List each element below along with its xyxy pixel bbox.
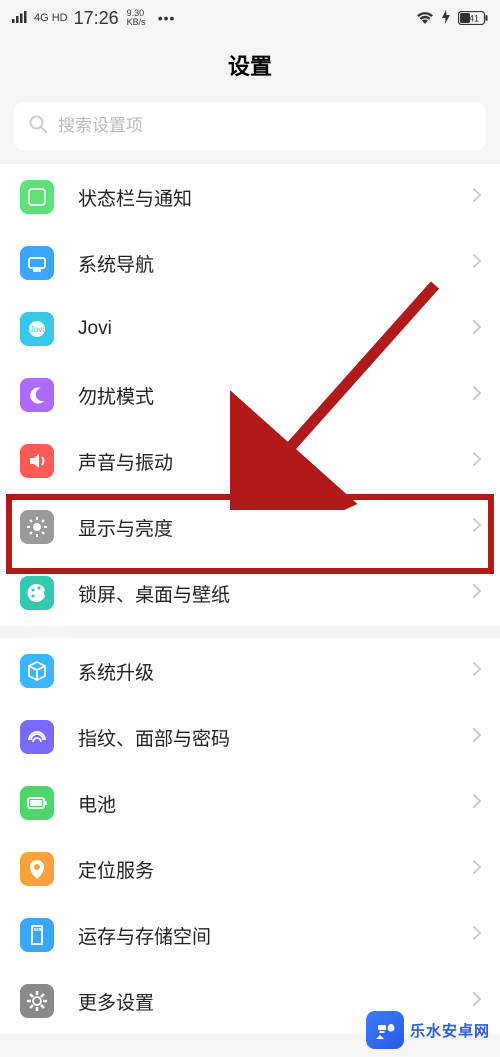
chevron-right-icon: [472, 925, 482, 946]
settings-row-label: 勿扰模式: [78, 382, 472, 409]
settings-row-label: 系统导航: [78, 250, 472, 277]
settings-row-label: Jovi: [78, 318, 472, 340]
search-box[interactable]: [14, 102, 486, 150]
more-status-icon: •••: [158, 10, 176, 26]
settings-group: 状态栏与通知系统导航 Jovi Jovi 勿扰模式声音与振动显示与亮度锁屏、桌面与壁纸: [0, 164, 500, 626]
settings-row-label: 定位服务: [78, 856, 472, 883]
settings-row-label: 指纹、面部与密码: [78, 724, 472, 751]
settings-row-sound[interactable]: 声音与振动: [0, 428, 500, 494]
fingerprint-icon: [20, 720, 54, 754]
clock: 17:26: [74, 8, 119, 29]
search-section: [0, 94, 500, 164]
chevron-right-icon: [472, 859, 482, 880]
status-bar: 4G HD 17:26 9.30 KB/s ••• 41: [0, 0, 500, 36]
sdcard-icon: [20, 918, 54, 952]
chevron-right-icon: [472, 451, 482, 472]
watermark: 乐水安卓网: [366, 1011, 490, 1049]
net-speed: 9.30 KB/s: [127, 9, 146, 27]
page-header: 设置: [0, 36, 500, 94]
location-icon: [20, 852, 54, 886]
settings-row-battery[interactable]: 电池: [0, 770, 500, 836]
chevron-right-icon: [472, 253, 482, 274]
status-icon: [20, 180, 54, 214]
svg-text:41: 41: [469, 14, 479, 24]
chevron-right-icon: [472, 187, 482, 208]
settings-row-label: 状态栏与通知: [78, 184, 472, 211]
settings-row-wallpaper[interactable]: 锁屏、桌面与壁纸: [0, 560, 500, 626]
palette-icon: [20, 576, 54, 610]
settings-row-jovi[interactable]: Jovi Jovi: [0, 296, 500, 362]
settings-row-navigation[interactable]: 系统导航: [0, 230, 500, 296]
settings-group: 系统升级指纹、面部与密码电池定位服务运存与存储空间更多设置: [0, 638, 500, 1034]
settings-row-label: 显示与亮度: [78, 514, 472, 541]
status-right: 41: [416, 10, 488, 27]
settings-row-statusbar[interactable]: 状态栏与通知: [0, 164, 500, 230]
svg-text:Jovi: Jovi: [30, 325, 44, 334]
settings-row-label: 声音与振动: [78, 448, 472, 475]
chevron-right-icon: [472, 991, 482, 1012]
cube-icon: [20, 654, 54, 688]
battery-indicator: 41: [458, 11, 488, 25]
settings-row-display[interactable]: 显示与亮度: [0, 494, 500, 560]
jovi-icon: Jovi: [20, 312, 54, 346]
settings-row-label: 锁屏、桌面与壁纸: [78, 580, 472, 607]
settings-row-dnd[interactable]: 勿扰模式: [0, 362, 500, 428]
gear-icon: [20, 984, 54, 1018]
watermark-logo-icon: [366, 1011, 404, 1049]
chevron-right-icon: [472, 385, 482, 406]
brightness-icon: [20, 510, 54, 544]
signal-icon: [12, 10, 28, 26]
battery-icon: [20, 786, 54, 820]
chevron-right-icon: [472, 793, 482, 814]
page-title: 设置: [228, 49, 272, 81]
watermark-text: 乐水安卓网: [410, 1020, 490, 1041]
status-left: 4G HD 17:26 9.30 KB/s •••: [12, 8, 175, 29]
settings-row-label: 运存与存储空间: [78, 922, 472, 949]
nav-icon: [20, 246, 54, 280]
chevron-right-icon: [472, 319, 482, 340]
settings-row-location[interactable]: 定位服务: [0, 836, 500, 902]
network-label: 4G HD: [34, 12, 68, 24]
search-input[interactable]: [58, 116, 472, 136]
charging-icon: [442, 10, 450, 27]
chevron-right-icon: [472, 661, 482, 682]
speaker-icon: [20, 444, 54, 478]
settings-row-label: 电池: [78, 790, 472, 817]
chevron-right-icon: [472, 727, 482, 748]
search-icon: [28, 114, 48, 139]
chevron-right-icon: [472, 517, 482, 538]
settings-row-label: 系统升级: [78, 658, 472, 685]
settings-row-update[interactable]: 系统升级: [0, 638, 500, 704]
settings-row-biometric[interactable]: 指纹、面部与密码: [0, 704, 500, 770]
wifi-icon: [416, 11, 434, 25]
moon-icon: [20, 378, 54, 412]
settings-row-storage[interactable]: 运存与存储空间: [0, 902, 500, 968]
chevron-right-icon: [472, 583, 482, 604]
